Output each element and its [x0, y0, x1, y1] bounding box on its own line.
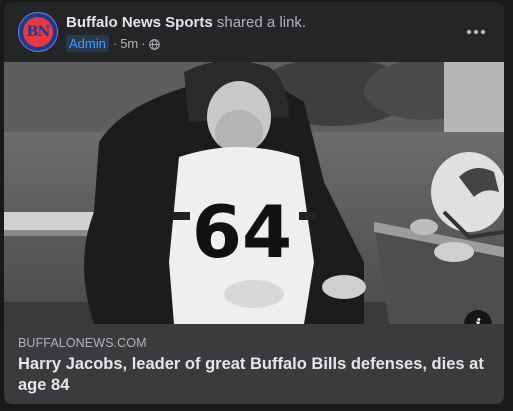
- link-preview[interactable]: BUFFALONEWS.COM Harry Jacobs, leader of …: [4, 324, 504, 404]
- author-line: Buffalo News Sports shared a link.: [66, 14, 306, 31]
- meta-separator: ·: [141, 36, 146, 51]
- jersey-number: 64: [192, 190, 292, 274]
- post-card: BN Buffalo News Sports shared a link. Ad…: [4, 2, 504, 404]
- globe-icon[interactable]: [148, 38, 160, 50]
- avatar[interactable]: BN: [18, 12, 58, 52]
- link-title[interactable]: Harry Jacobs, leader of great Buffalo Bi…: [18, 354, 488, 396]
- post-photo[interactable]: 64 i: [4, 62, 504, 324]
- admin-badge[interactable]: Admin: [66, 35, 109, 52]
- link-domain: BUFFALONEWS.COM: [18, 336, 147, 350]
- more-options-button[interactable]: [464, 20, 488, 44]
- post-header: BN Buffalo News Sports shared a link. Ad…: [4, 2, 504, 60]
- post-action: shared a link.: [216, 14, 307, 31]
- post-meta: Admin · 5m ·: [66, 35, 160, 52]
- more-horizontal-icon: [466, 29, 486, 35]
- meta-separator: ·: [112, 36, 118, 51]
- avatar-logo: BN: [23, 17, 53, 47]
- author-name[interactable]: Buffalo News Sports: [66, 14, 213, 31]
- photo-image: 64: [4, 62, 504, 324]
- post-timestamp[interactable]: 5m: [120, 36, 138, 51]
